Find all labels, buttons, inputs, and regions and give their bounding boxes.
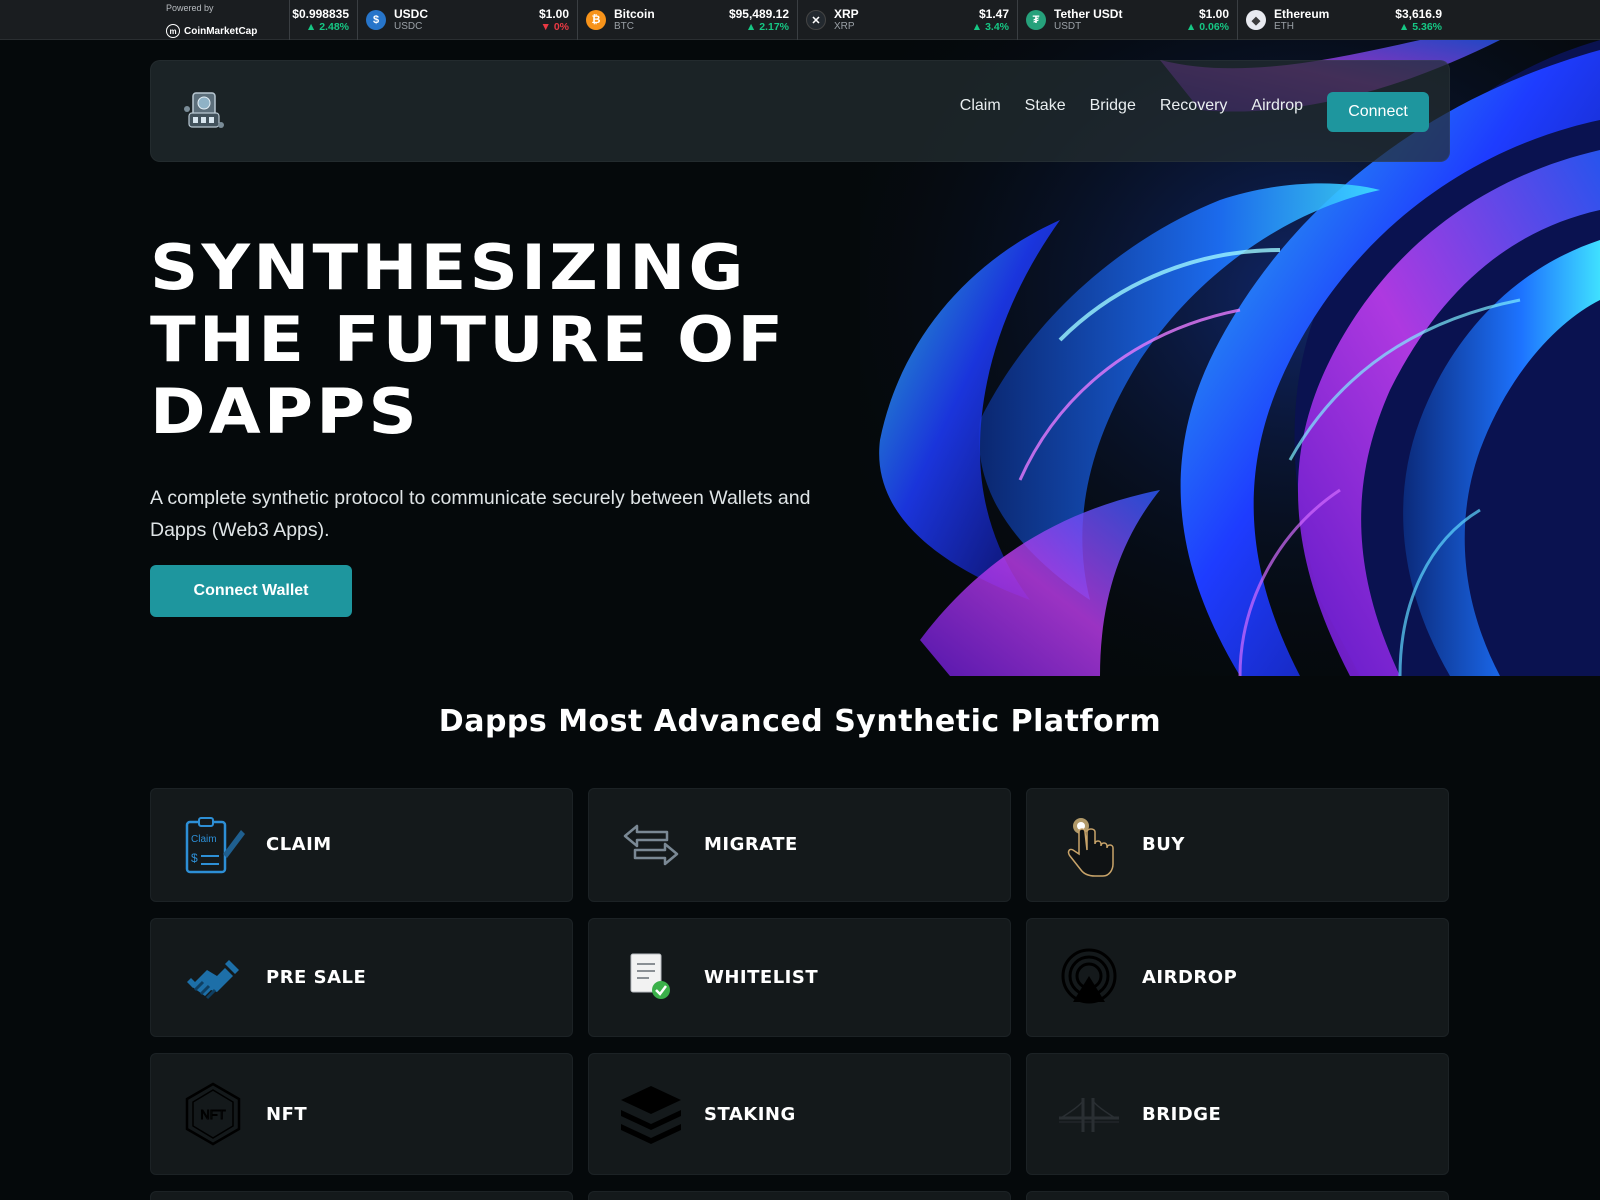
- ticker-item[interactable]: $0.998835 ▲ 2.48%: [290, 0, 358, 40]
- ticker-symbol: ETH: [1274, 21, 1294, 32]
- feature-card-label: PRE SALE: [266, 967, 367, 988]
- feature-card-label: BRIDGE: [1142, 1104, 1222, 1125]
- hero-title: SYNTHESIZING THE FUTURE OF DAPPS: [150, 232, 928, 448]
- svg-text:NFT: NFT: [200, 1107, 225, 1122]
- ticker-brand[interactable]: Powered by m CoinMarketCap: [160, 0, 290, 40]
- ticker-item[interactable]: ₮ Tether USDt USDT $1.00 ▲ 0.06%: [1018, 0, 1238, 40]
- ticker-name: Tether USDt: [1054, 7, 1123, 21]
- ticker-item[interactable]: ✕ XRP XRP $1.47 ▲ 3.4%: [798, 0, 1018, 40]
- feature-card-label: STAKING: [704, 1104, 796, 1125]
- feature-card-label: CLAIM: [266, 834, 332, 855]
- ticker-price: $1.00: [538, 7, 569, 21]
- feature-card-claim[interactable]: Claim $ CLAIM: [150, 788, 573, 902]
- ticker-item[interactable]: ◆ Ethereum ETH $3,616.9 ▲ 5.36%: [1238, 0, 1450, 40]
- feature-card-label: WHITELIST: [704, 967, 819, 988]
- section-title: Dapps Most Advanced Synthetic Platform: [438, 704, 1162, 739]
- hero-title-line: THE FUTURE OF: [150, 303, 787, 376]
- ticker-symbol: XRP: [834, 21, 855, 32]
- bridge-icon: [1057, 1082, 1121, 1146]
- feature-card-row4[interactable]: [588, 1191, 1011, 1200]
- ticker-track: $0.998835 ▲ 2.48% $ USDC USDC $1.00 ▼ 0%…: [290, 0, 1450, 40]
- nav-link-airdrop[interactable]: Airdrop: [1251, 97, 1303, 115]
- ticker-change: ▲ 3.4%: [971, 21, 1009, 33]
- site-logo-icon[interactable]: [181, 89, 227, 135]
- ticker-symbol: USDC: [394, 21, 423, 32]
- feature-card-staking[interactable]: STAKING: [588, 1053, 1011, 1175]
- xrp-icon: ✕: [806, 10, 826, 30]
- ticker-price: $3,616.9: [1395, 7, 1442, 21]
- ticker-name: Ethereum: [1274, 7, 1330, 21]
- feature-card-airdrop[interactable]: AIRDROP: [1026, 918, 1449, 1037]
- nav-connect-button[interactable]: Connect: [1327, 92, 1429, 132]
- nft-icon: NFT: [181, 1082, 245, 1146]
- feature-card-row4[interactable]: [1026, 1191, 1449, 1200]
- ticker-name: USDC: [394, 7, 429, 21]
- feature-card-presale[interactable]: PRE SALE: [150, 918, 573, 1037]
- ticker-item[interactable]: ₿ Bitcoin BTC $95,489.12 ▲ 2.17%: [578, 0, 798, 40]
- navbar: Claim Stake Bridge Recovery Airdrop Conn…: [150, 60, 1450, 162]
- connect-wallet-button[interactable]: Connect Wallet: [150, 565, 352, 617]
- feature-card-label: NFT: [266, 1104, 308, 1125]
- feature-card-bridge[interactable]: BRIDGE: [1026, 1053, 1449, 1175]
- svg-text:$: $: [191, 851, 198, 865]
- feature-card-buy[interactable]: BUY: [1026, 788, 1449, 902]
- ticker-symbol: USDT: [1054, 21, 1082, 32]
- feature-card-nft[interactable]: NFT NFT: [150, 1053, 573, 1175]
- ticker-name: Bitcoin: [614, 7, 655, 21]
- usdc-icon: $: [366, 10, 386, 30]
- feature-card-row4[interactable]: [150, 1191, 573, 1200]
- ticker-price: $0.998835: [292, 7, 349, 21]
- bitcoin-icon: ₿: [586, 10, 606, 30]
- feature-card-label: BUY: [1142, 834, 1185, 855]
- nav-link-recovery[interactable]: Recovery: [1160, 97, 1228, 115]
- feature-card-label: MIGRATE: [704, 834, 798, 855]
- ticker-change: ▲ 2.48%: [305, 21, 349, 33]
- svg-text:Claim: Claim: [191, 834, 217, 845]
- ticker-change: ▼ 0%: [540, 21, 570, 33]
- nav-links: Claim Stake Bridge Recovery Airdrop: [960, 97, 1303, 115]
- hero-title-line: SYNTHESIZING: [150, 231, 747, 304]
- hero-subtitle: A complete synthetic protocol to communi…: [150, 487, 811, 541]
- coinmarketcap-brand: CoinMarketCap: [184, 25, 258, 37]
- powered-by-label: Powered by: [166, 3, 214, 13]
- ticker-item[interactable]: $ USDC USDC $1.00 ▼ 0%: [358, 0, 578, 40]
- ticker-price: $1.00: [1198, 7, 1229, 21]
- ticker-change: ▲ 2.17%: [745, 21, 789, 33]
- migrate-icon: [619, 814, 683, 878]
- staking-icon: [619, 1082, 683, 1146]
- ticker-change: ▲ 0.06%: [1185, 21, 1229, 33]
- ticker-price: $1.47: [978, 7, 1009, 21]
- price-ticker: Powered by m CoinMarketCap $0.998835 ▲ 2…: [0, 0, 1600, 40]
- ticker-name: XRP: [834, 7, 859, 21]
- whitelist-icon: [619, 946, 683, 1010]
- claim-icon: Claim $: [181, 814, 245, 878]
- feature-card-label: AIRDROP: [1142, 967, 1238, 988]
- tether-icon: ₮: [1026, 10, 1046, 30]
- ticker-change: ▲ 5.36%: [1398, 21, 1442, 33]
- hero-title-line: DAPPS: [150, 375, 420, 448]
- feature-card-whitelist[interactable]: WHITELIST: [588, 918, 1011, 1037]
- nav-link-stake[interactable]: Stake: [1025, 97, 1066, 115]
- nav-link-bridge[interactable]: Bridge: [1090, 97, 1136, 115]
- ticker-symbol: BTC: [614, 21, 634, 32]
- buy-icon: [1057, 814, 1121, 878]
- presale-icon: [181, 946, 245, 1010]
- ticker-price: $95,489.12: [728, 7, 789, 21]
- feature-card-migrate[interactable]: MIGRATE: [588, 788, 1011, 902]
- airdrop-icon: [1057, 946, 1121, 1010]
- nav-link-claim[interactable]: Claim: [960, 97, 1001, 115]
- ethereum-icon: ◆: [1246, 10, 1266, 30]
- coinmarketcap-logo-icon: m: [166, 24, 180, 38]
